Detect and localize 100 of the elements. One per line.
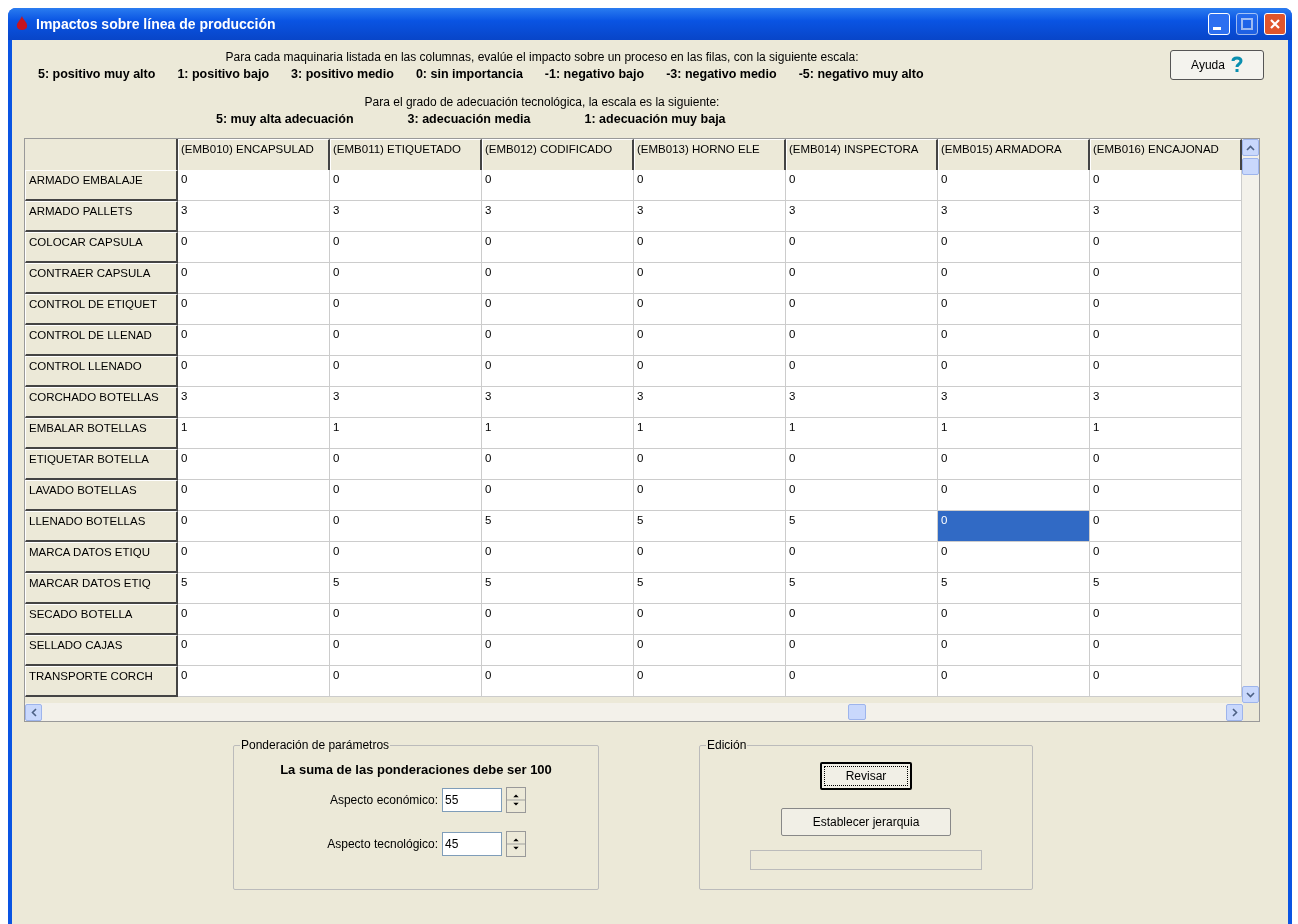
table-cell[interactable]: 0 <box>786 635 938 666</box>
table-cell[interactable]: 0 <box>634 263 786 294</box>
table-cell[interactable]: 0 <box>1090 449 1242 480</box>
table-cell[interactable]: 0 <box>634 294 786 325</box>
table-cell[interactable]: 0 <box>1090 480 1242 511</box>
table-cell[interactable]: 0 <box>1090 294 1242 325</box>
table-cell[interactable]: 5 <box>938 573 1090 604</box>
table-cell[interactable]: 5 <box>482 511 634 542</box>
table-cell[interactable]: 0 <box>1090 666 1242 697</box>
help-button[interactable]: Ayuda <box>1170 50 1264 80</box>
table-cell[interactable]: 0 <box>634 232 786 263</box>
column-header[interactable]: (EMB011) ETIQUETADO <box>330 139 482 173</box>
table-cell[interactable]: 0 <box>1090 635 1242 666</box>
table-cell[interactable]: 0 <box>482 325 634 356</box>
table-cell[interactable]: 0 <box>178 635 330 666</box>
table-cell[interactable]: 3 <box>482 201 634 232</box>
action-button[interactable]: Establecer jerarquia <box>781 808 951 836</box>
column-header[interactable]: (EMB010) ENCAPSULAD <box>178 139 330 173</box>
table-cell[interactable]: 0 <box>938 542 1090 573</box>
table-cell[interactable]: 0 <box>938 294 1090 325</box>
scroll-up-button[interactable] <box>1242 139 1259 156</box>
row-header[interactable]: SECADO BOTELLA <box>25 604 178 635</box>
close-button[interactable] <box>1264 13 1286 35</box>
table-cell[interactable]: 0 <box>330 635 482 666</box>
number-field[interactable]: 55 <box>442 788 502 812</box>
table-cell[interactable]: 1 <box>786 418 938 449</box>
table-cell[interactable]: 5 <box>330 573 482 604</box>
table-cell[interactable]: 3 <box>786 387 938 418</box>
table-cell[interactable]: 0 <box>178 449 330 480</box>
table-cell[interactable]: 0 <box>330 480 482 511</box>
table-cell[interactable]: 0 <box>482 294 634 325</box>
table-cell[interactable]: 1 <box>634 418 786 449</box>
table-cell[interactable]: 0 <box>938 604 1090 635</box>
table-cell[interactable]: 0 <box>938 511 1090 542</box>
row-header[interactable]: CORCHADO BOTELLAS <box>25 387 178 418</box>
table-cell[interactable]: 0 <box>178 604 330 635</box>
table-cell[interactable]: 0 <box>1090 604 1242 635</box>
table-cell[interactable]: 0 <box>786 294 938 325</box>
table-cell[interactable]: 0 <box>1090 511 1242 542</box>
table-cell[interactable]: 0 <box>1090 263 1242 294</box>
table-cell[interactable]: 0 <box>482 604 634 635</box>
row-header[interactable]: CONTROL DE ETIQUET <box>25 294 178 325</box>
table-cell[interactable]: 0 <box>786 604 938 635</box>
row-header[interactable]: CONTRAER CAPSULA <box>25 263 178 294</box>
table-cell[interactable]: 1 <box>1090 418 1242 449</box>
table-cell[interactable]: 5 <box>786 573 938 604</box>
table-cell[interactable]: 0 <box>178 263 330 294</box>
row-header[interactable]: TRANSPORTE CORCH <box>25 666 178 697</box>
row-header[interactable]: SELLADO CAJAS <box>25 635 178 666</box>
column-header[interactable]: (EMB013) HORNO ELE <box>634 139 786 173</box>
table-cell[interactable]: 3 <box>634 387 786 418</box>
table-cell[interactable]: 0 <box>330 263 482 294</box>
table-cell[interactable]: 0 <box>938 480 1090 511</box>
row-header[interactable]: EMBALAR BOTELLAS <box>25 418 178 449</box>
table-cell[interactable]: 0 <box>938 666 1090 697</box>
scrollbar-thumb[interactable] <box>1242 158 1259 175</box>
table-cell[interactable]: 0 <box>482 635 634 666</box>
table-cell[interactable]: 5 <box>634 511 786 542</box>
table-cell[interactable]: 0 <box>178 480 330 511</box>
table-cell[interactable]: 0 <box>634 356 786 387</box>
table-cell[interactable]: 0 <box>482 480 634 511</box>
column-header[interactable]: (EMB012) CODIFICADO <box>482 139 634 173</box>
table-cell[interactable]: 0 <box>330 604 482 635</box>
table-cell[interactable]: 0 <box>330 294 482 325</box>
table-cell[interactable]: 0 <box>482 170 634 201</box>
table-cell[interactable]: 3 <box>938 201 1090 232</box>
table-cell[interactable]: 0 <box>938 232 1090 263</box>
table-cell[interactable]: 0 <box>178 325 330 356</box>
minimize-button[interactable] <box>1208 13 1230 35</box>
table-cell[interactable]: 0 <box>178 666 330 697</box>
table-cell[interactable]: 3 <box>178 387 330 418</box>
table-cell[interactable]: 0 <box>330 449 482 480</box>
table-cell[interactable]: 0 <box>786 263 938 294</box>
row-header[interactable]: ARMADO EMBALAJE <box>25 170 178 201</box>
table-cell[interactable]: 0 <box>938 325 1090 356</box>
table-cell[interactable]: 0 <box>634 449 786 480</box>
table-cell[interactable]: 0 <box>330 511 482 542</box>
table-cell[interactable]: 0 <box>482 542 634 573</box>
table-cell[interactable]: 1 <box>482 418 634 449</box>
scrollbar-thumb[interactable] <box>848 704 866 720</box>
scroll-right-button[interactable] <box>1226 703 1243 721</box>
table-cell[interactable]: 0 <box>786 325 938 356</box>
table-cell[interactable]: 0 <box>786 666 938 697</box>
table-cell[interactable]: 5 <box>1090 573 1242 604</box>
table-cell[interactable]: 0 <box>482 449 634 480</box>
table-cell[interactable]: 3 <box>330 201 482 232</box>
table-cell[interactable]: 0 <box>330 542 482 573</box>
table-cell[interactable]: 0 <box>634 542 786 573</box>
table-cell[interactable]: 0 <box>1090 170 1242 201</box>
row-header[interactable]: CONTROL DE LLENAD <box>25 325 178 356</box>
table-cell[interactable]: 0 <box>634 480 786 511</box>
spinner-arrows-icon[interactable] <box>506 787 526 813</box>
table-cell[interactable]: 5 <box>178 573 330 604</box>
table-cell[interactable]: 0 <box>938 449 1090 480</box>
table-cell[interactable]: 3 <box>634 201 786 232</box>
table-cell[interactable]: 0 <box>786 480 938 511</box>
table-cell[interactable]: 0 <box>482 263 634 294</box>
table-cell[interactable]: 5 <box>786 511 938 542</box>
table-cell[interactable]: 3 <box>786 201 938 232</box>
table-cell[interactable]: 0 <box>786 449 938 480</box>
